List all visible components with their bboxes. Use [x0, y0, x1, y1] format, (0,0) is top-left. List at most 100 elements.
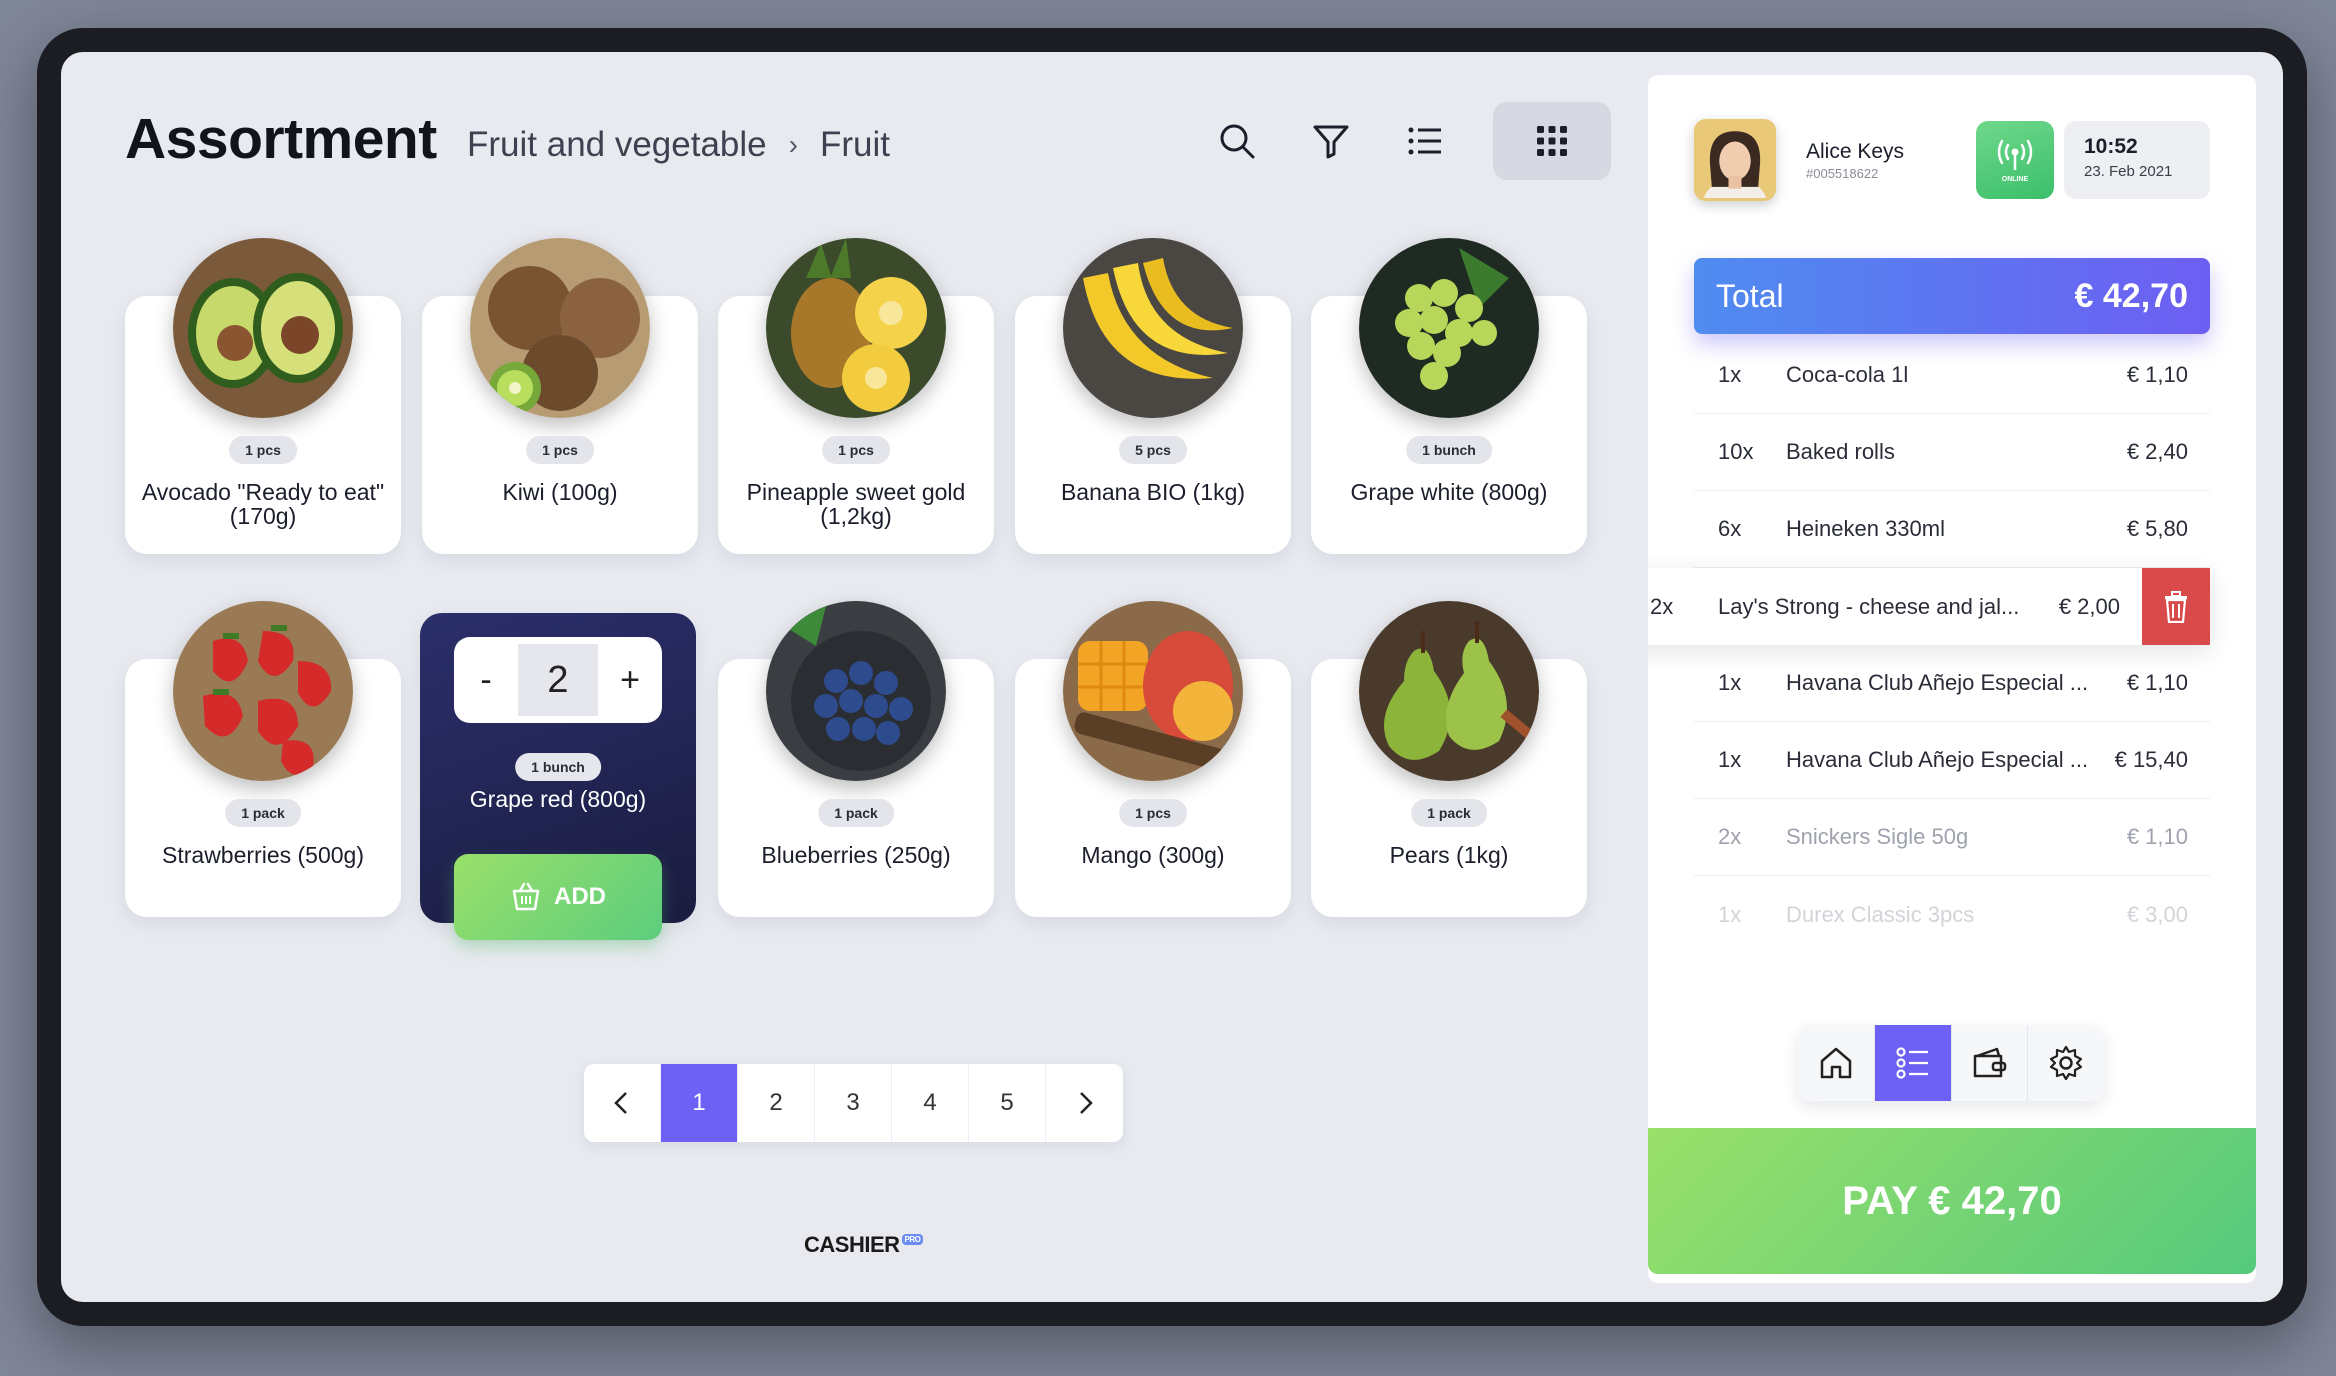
line-name: Lay's Strong - cheese and jal...	[1718, 593, 2020, 619]
avocado-image	[173, 238, 353, 418]
prev-page-button[interactable]	[584, 1064, 661, 1142]
nav-settings-button[interactable]	[2028, 1025, 2104, 1101]
line-name: Snickers Sigle 50g	[1786, 824, 1969, 849]
filter-icon	[1313, 125, 1349, 159]
product-name: Blueberries (250g)	[761, 842, 951, 868]
basket-icon	[512, 882, 540, 911]
product-name: Grape red (800g)	[469, 786, 647, 812]
pay-button[interactable]: PAY € 42,70	[1648, 1128, 2256, 1274]
nav-home-button[interactable]	[1798, 1025, 1875, 1101]
unit-badge: 1 pack	[225, 799, 301, 827]
product-card-kiwi[interactable]: 1 pcs Kiwi (100g)	[422, 238, 698, 554]
page-button-1[interactable]: 1	[661, 1064, 738, 1142]
line-price: € 2,00	[2058, 593, 2120, 619]
unit-badge: 1 pcs	[229, 436, 297, 464]
brand-logo: CASHIER PRO	[804, 1232, 924, 1258]
kiwi-image	[470, 238, 650, 418]
breadcrumb-item-current[interactable]: Fruit	[820, 125, 890, 165]
line-price: € 1,10	[2126, 670, 2188, 695]
page-button-2[interactable]: 2	[738, 1064, 815, 1142]
total-label: Total	[1716, 277, 1784, 314]
chevron-left-icon	[614, 1092, 627, 1114]
pineapple-image	[766, 238, 946, 418]
line-qty: 1x	[1718, 901, 1742, 927]
list-view-icon	[1408, 127, 1441, 155]
clock: 10:52 23. Feb 2021	[2064, 121, 2210, 199]
product-name: Pineapple sweet gold (1,2kg)	[746, 479, 966, 529]
line-price: € 1,10	[2126, 824, 2188, 849]
unit-badge: 1 bunch	[1406, 436, 1492, 464]
unit-badge: 1 pack	[818, 799, 894, 827]
line-name: Havana Club Añejo Especial ...	[1786, 670, 2089, 695]
cart-line[interactable]: 1x Coca-cola 1l € 1,10	[1694, 337, 2210, 414]
page-button-4[interactable]: 4	[892, 1064, 969, 1142]
add-to-cart-button[interactable]: ADD	[454, 854, 662, 940]
line-name: Baked rolls	[1786, 439, 1895, 464]
breadcrumb-item-category[interactable]: Fruit and vegetable	[467, 125, 767, 165]
cart-line-selected[interactable]: 2x Lay's Strong - cheese and jal... € 2,…	[1648, 568, 2210, 645]
brand-name: CASHIER	[804, 1232, 900, 1257]
trash-icon	[2165, 590, 2187, 623]
cart-line[interactable]: 1x Havana Club Añejo Especial ... € 15,4…	[1694, 722, 2210, 799]
product-card-banana[interactable]: 5 pcs Banana BIO (1kg)	[1015, 238, 1291, 554]
home-icon	[1820, 1047, 1852, 1079]
chevron-right-icon	[1079, 1092, 1093, 1114]
product-name: Mango (300g)	[1081, 842, 1225, 868]
user-id: #005518622	[1806, 165, 1879, 181]
online-status-button[interactable]: ONLINE	[1976, 121, 2054, 199]
checklist-icon	[1896, 1047, 1928, 1079]
page-button-3[interactable]: 3	[815, 1064, 892, 1142]
brand-tag: PRO	[901, 1234, 924, 1245]
product-name: Strawberries (500g)	[162, 842, 364, 868]
strawberries-image	[173, 601, 353, 781]
settings-icon	[2050, 1045, 2083, 1081]
unit-badge: 1 pcs	[822, 436, 890, 464]
product-card-mango[interactable]: 1 pcs Mango (300g)	[1015, 601, 1291, 917]
nav-checklist-button[interactable]	[1874, 1025, 1952, 1101]
cart-line[interactable]: 2x Snickers Sigle 50g € 1,10	[1694, 799, 2210, 876]
line-name: Coca-cola 1l	[1786, 362, 1909, 387]
increase-button[interactable]: +	[598, 637, 662, 723]
search-icon	[1220, 124, 1255, 159]
user-name: Alice Keys	[1806, 139, 1905, 163]
cart-line[interactable]: 10x Baked rolls € 2,40	[1694, 414, 2210, 491]
decrease-button[interactable]: -	[454, 637, 518, 723]
cart-line[interactable]: 1x Havana Club Añejo Especial ... € 1,10	[1694, 645, 2210, 722]
line-name: Heineken 330ml	[1786, 516, 1945, 541]
product-card-pineapple[interactable]: 1 pcs Pineapple sweet gold (1,2kg)	[718, 238, 994, 554]
line-price: € 3,00	[2126, 901, 2188, 927]
product-card-grape-red[interactable]: - 2 + 1 bunch Grape red (800g) ADD	[420, 613, 696, 940]
cart-line[interactable]: 6x Heineken 330ml € 5,80	[1694, 491, 2210, 568]
blueberries-image	[766, 601, 946, 781]
view-toolbar	[1177, 102, 1611, 180]
unit-badge: 5 pcs	[1119, 436, 1187, 464]
breadcrumb-separator: ›	[788, 129, 798, 160]
cart-panel: Alice Keys #005518622 ONLINE 10:52 23. F…	[1648, 75, 2256, 1283]
page-button-5[interactable]: 5	[969, 1064, 1046, 1142]
product-card-blueberries[interactable]: 1 pack Blueberries (250g)	[718, 601, 994, 917]
nav-wallet-button[interactable]	[1952, 1025, 2029, 1101]
product-card-grape-white[interactable]: 1 bunch Grape white (800g)	[1311, 238, 1587, 554]
grid-view-button[interactable]	[1493, 102, 1611, 180]
line-qty: 6x	[1718, 516, 1742, 541]
next-page-button[interactable]	[1046, 1064, 1123, 1142]
product-card-avocado[interactable]: 1 pcs Avocado "Ready to eat" (170g)	[125, 238, 401, 554]
app-screen: Assortment Fruit and vegetable › Fruit 1…	[61, 52, 2283, 1302]
unit-badge: 1 pcs	[526, 436, 594, 464]
user-profile[interactable]: Alice Keys #005518622	[1694, 119, 1904, 201]
delete-line-button[interactable]	[2142, 568, 2210, 645]
avatar	[1694, 119, 1776, 201]
cart-line[interactable]: 1x Durex Classic 3pcs € 3,00	[1694, 876, 2210, 953]
grid-view-icon	[1537, 126, 1567, 156]
unit-badge: 1 pack	[1411, 799, 1487, 827]
pears-image	[1359, 601, 1539, 781]
quantity-value[interactable]: 2	[518, 644, 598, 716]
user-info: Alice Keys #005518622	[1806, 140, 1904, 181]
line-qty: 1x	[1718, 747, 1742, 772]
line-qty: 1x	[1718, 362, 1742, 387]
list-view-button[interactable]	[1365, 102, 1485, 180]
bottom-nav	[1798, 1025, 2104, 1101]
product-card-strawberries[interactable]: 1 pack Strawberries (500g)	[125, 601, 401, 917]
product-card-pears[interactable]: 1 pack Pears (1kg)	[1311, 601, 1587, 917]
product-name: Banana BIO (1kg)	[1060, 479, 1246, 505]
